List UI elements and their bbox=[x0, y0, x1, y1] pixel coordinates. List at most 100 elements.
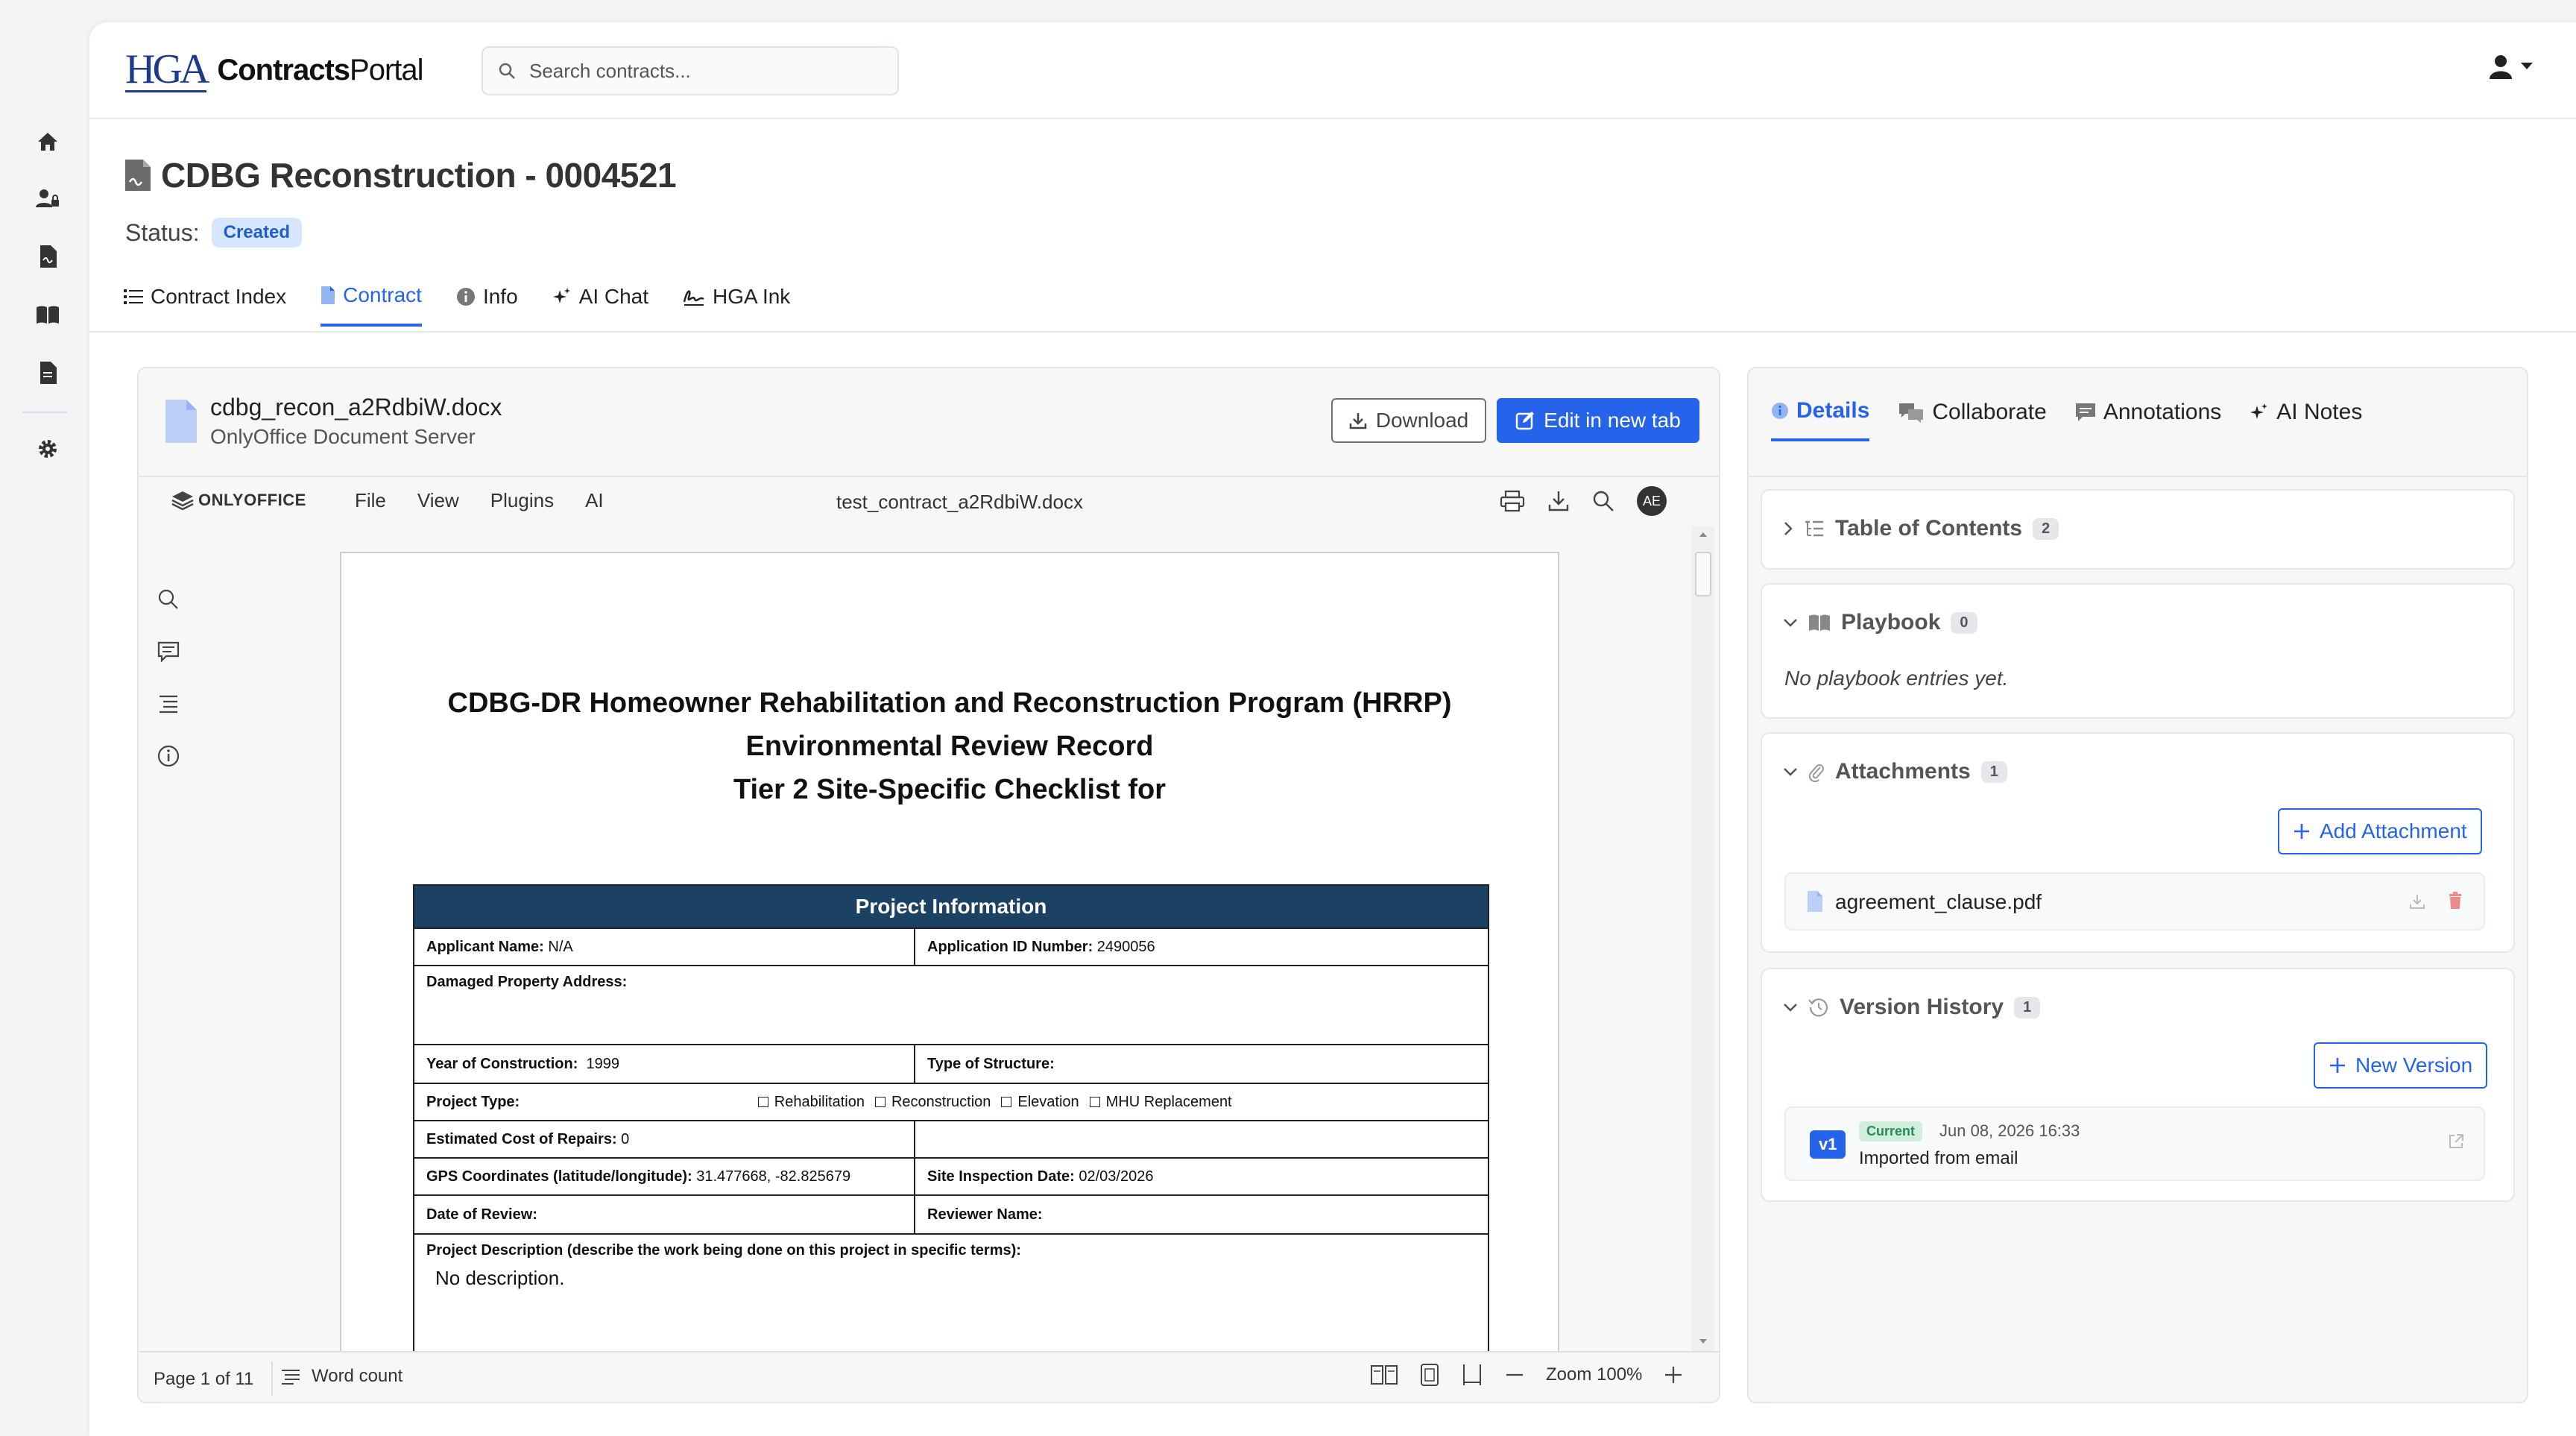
tab-ai-chat[interactable]: AI Chat bbox=[552, 283, 648, 327]
onlyoffice-status-bar: Page 1 of 11 Word count Zoom 100% bbox=[139, 1351, 1719, 1402]
table-cell: Applicant Name: N/A bbox=[413, 928, 915, 966]
word-count-label: Word count bbox=[312, 1366, 403, 1386]
details-tabs: Details Collaborate Annotations AI Notes bbox=[1771, 398, 2362, 441]
navigation-icon[interactable] bbox=[154, 689, 183, 719]
fit-page-icon[interactable] bbox=[1419, 1363, 1440, 1387]
onlyoffice-toolbar: ONLYOFFICE File View Plugins AI test_con… bbox=[139, 479, 1719, 526]
toc-icon bbox=[1805, 520, 1823, 537]
onlyoffice-doc-name: test_contract_a2RdbiW.docx bbox=[836, 491, 1083, 513]
attachments-header[interactable]: Attachments 1 bbox=[1783, 759, 2007, 784]
document-header: cdbg_recon_a2RdbiW.docx OnlyOffice Docum… bbox=[139, 368, 1719, 477]
tab-info[interactable]: Info bbox=[456, 283, 518, 327]
download-icon[interactable] bbox=[1547, 490, 1570, 512]
layers-icon bbox=[171, 491, 194, 510]
zoom-in-icon[interactable] bbox=[1663, 1364, 1684, 1385]
comments-icon[interactable] bbox=[154, 637, 183, 667]
menu-ai[interactable]: AI bbox=[585, 489, 604, 512]
version-item[interactable]: v1 Current Jun 08, 2026 16:33 Imported f… bbox=[1784, 1106, 2485, 1181]
info-icon[interactable] bbox=[154, 741, 183, 771]
version-note: Imported from email bbox=[1859, 1148, 2018, 1168]
search-icon[interactable] bbox=[1592, 490, 1614, 512]
tab-hga-ink[interactable]: HGA Ink bbox=[683, 283, 790, 327]
document-scrollbar[interactable] bbox=[1692, 526, 1714, 1351]
document-server-label: OnlyOffice Document Server bbox=[210, 425, 476, 448]
page-title: CDBG Reconstruction - 0004521 bbox=[161, 156, 677, 195]
add-attachment-label: Add Attachment bbox=[2320, 819, 2467, 843]
download-label: Download bbox=[1375, 409, 1469, 432]
version-history-header[interactable]: Version History 1 bbox=[1783, 995, 2041, 1020]
zoom-out-icon[interactable] bbox=[1504, 1364, 1525, 1385]
search-input[interactable] bbox=[529, 59, 872, 83]
playbook-header[interactable]: Playbook 0 bbox=[1783, 610, 1977, 635]
tab-ai-notes[interactable]: AI Notes bbox=[2250, 398, 2362, 441]
menu-view[interactable]: View bbox=[417, 489, 459, 512]
new-version-button[interactable]: New Version bbox=[2314, 1042, 2488, 1089]
onlyoffice-brand: ONLYOFFICE bbox=[198, 491, 306, 509]
table-cell: Application ID Number: 2490056 bbox=[914, 928, 1489, 966]
version-tag: v1 bbox=[1810, 1130, 1846, 1159]
tab-contract-index[interactable]: Contract Index bbox=[124, 283, 286, 327]
scroll-thumb[interactable] bbox=[1695, 552, 1711, 596]
chevron-down-icon bbox=[1784, 619, 1797, 627]
edit-label: Edit in new tab bbox=[1544, 409, 1681, 432]
tab-annotations[interactable]: Annotations bbox=[2075, 398, 2221, 441]
table-cell: Project Type: Rehabilitation Reconstructi… bbox=[413, 1083, 1489, 1121]
top-bar: HGA Contracts Portal bbox=[89, 22, 2576, 119]
new-version-label: New Version bbox=[2355, 1054, 2473, 1077]
attachment-item[interactable]: agreement_clause.pdf bbox=[1784, 872, 2485, 930]
toc-section[interactable]: Table of Contents 2 bbox=[1761, 489, 2515, 570]
attachments-count: 1 bbox=[1980, 760, 2007, 783]
menu-plugins[interactable]: Plugins bbox=[490, 489, 554, 512]
playbook-empty-text: No playbook entries yet. bbox=[1784, 667, 2009, 690]
attachments-title: Attachments bbox=[1835, 759, 1971, 784]
chevron-down-icon bbox=[1784, 768, 1797, 776]
app-logo[interactable]: HGA Contracts Portal bbox=[125, 48, 424, 92]
trash-icon[interactable] bbox=[2448, 892, 2463, 910]
pdf-file-icon bbox=[1808, 891, 1822, 912]
user-menu[interactable] bbox=[2488, 54, 2533, 79]
document-page: CDBG-DR Homeowner Rehabilitation and Rec… bbox=[340, 552, 1559, 1351]
details-panel: Details Collaborate Annotations AI Notes… bbox=[1747, 367, 2528, 1403]
contract-file-icon[interactable] bbox=[33, 242, 63, 271]
list-icon bbox=[124, 289, 143, 304]
download-icon[interactable] bbox=[2409, 893, 2425, 910]
zoom-level: Zoom 100% bbox=[1546, 1364, 1643, 1385]
add-attachment-button[interactable]: Add Attachment bbox=[2278, 808, 2482, 854]
page-indicator[interactable]: Page 1 of 11 bbox=[154, 1369, 253, 1390]
tab-details[interactable]: Details bbox=[1771, 398, 1870, 441]
settings-gear-icon[interactable] bbox=[33, 434, 63, 464]
document-icon[interactable] bbox=[33, 358, 63, 388]
chevron-down-icon bbox=[1784, 1004, 1797, 1012]
tab-collaborate[interactable]: Collaborate bbox=[1898, 398, 2047, 441]
status-label: Status: bbox=[125, 218, 200, 246]
word-count-icon bbox=[282, 1370, 300, 1385]
tab-label: Details bbox=[1796, 398, 1870, 423]
users-lock-icon[interactable] bbox=[33, 183, 63, 213]
book-icon bbox=[1809, 614, 1830, 631]
download-button[interactable]: Download bbox=[1331, 398, 1486, 443]
two-page-view-icon[interactable] bbox=[1370, 1364, 1398, 1386]
main-tabs: Contract Index Contract Info AI Chat HGA… bbox=[124, 283, 790, 327]
book-icon[interactable] bbox=[33, 300, 63, 330]
fit-width-icon[interactable] bbox=[1461, 1363, 1483, 1387]
left-sidebar bbox=[0, 0, 89, 1436]
edit-in-new-tab-button[interactable]: Edit in new tab bbox=[1497, 398, 1699, 443]
sparkle-icon bbox=[2250, 403, 2268, 419]
search-icon[interactable] bbox=[154, 585, 183, 614]
external-link-icon[interactable] bbox=[2448, 1133, 2464, 1150]
print-icon[interactable] bbox=[1500, 490, 1525, 512]
status-badge: Created bbox=[211, 218, 302, 248]
paperclip-icon bbox=[1808, 764, 1824, 782]
menu-file[interactable]: File bbox=[355, 489, 386, 512]
user-avatar[interactable]: AE bbox=[1637, 486, 1667, 516]
annotation-icon bbox=[2075, 403, 2095, 421]
word-count[interactable]: Word count bbox=[280, 1366, 402, 1387]
search-box bbox=[482, 46, 899, 95]
project-description: No description. bbox=[435, 1267, 565, 1289]
tab-label: Collaborate bbox=[1932, 400, 2047, 424]
home-icon[interactable] bbox=[33, 127, 63, 157]
tab-contract[interactable]: Contract bbox=[321, 283, 422, 327]
onlyoffice-menu: File View Plugins AI bbox=[355, 489, 604, 512]
attachment-file-name: agreement_clause.pdf bbox=[1835, 890, 2042, 913]
document-file-name: cdbg_recon_a2RdbiW.docx bbox=[210, 394, 502, 421]
